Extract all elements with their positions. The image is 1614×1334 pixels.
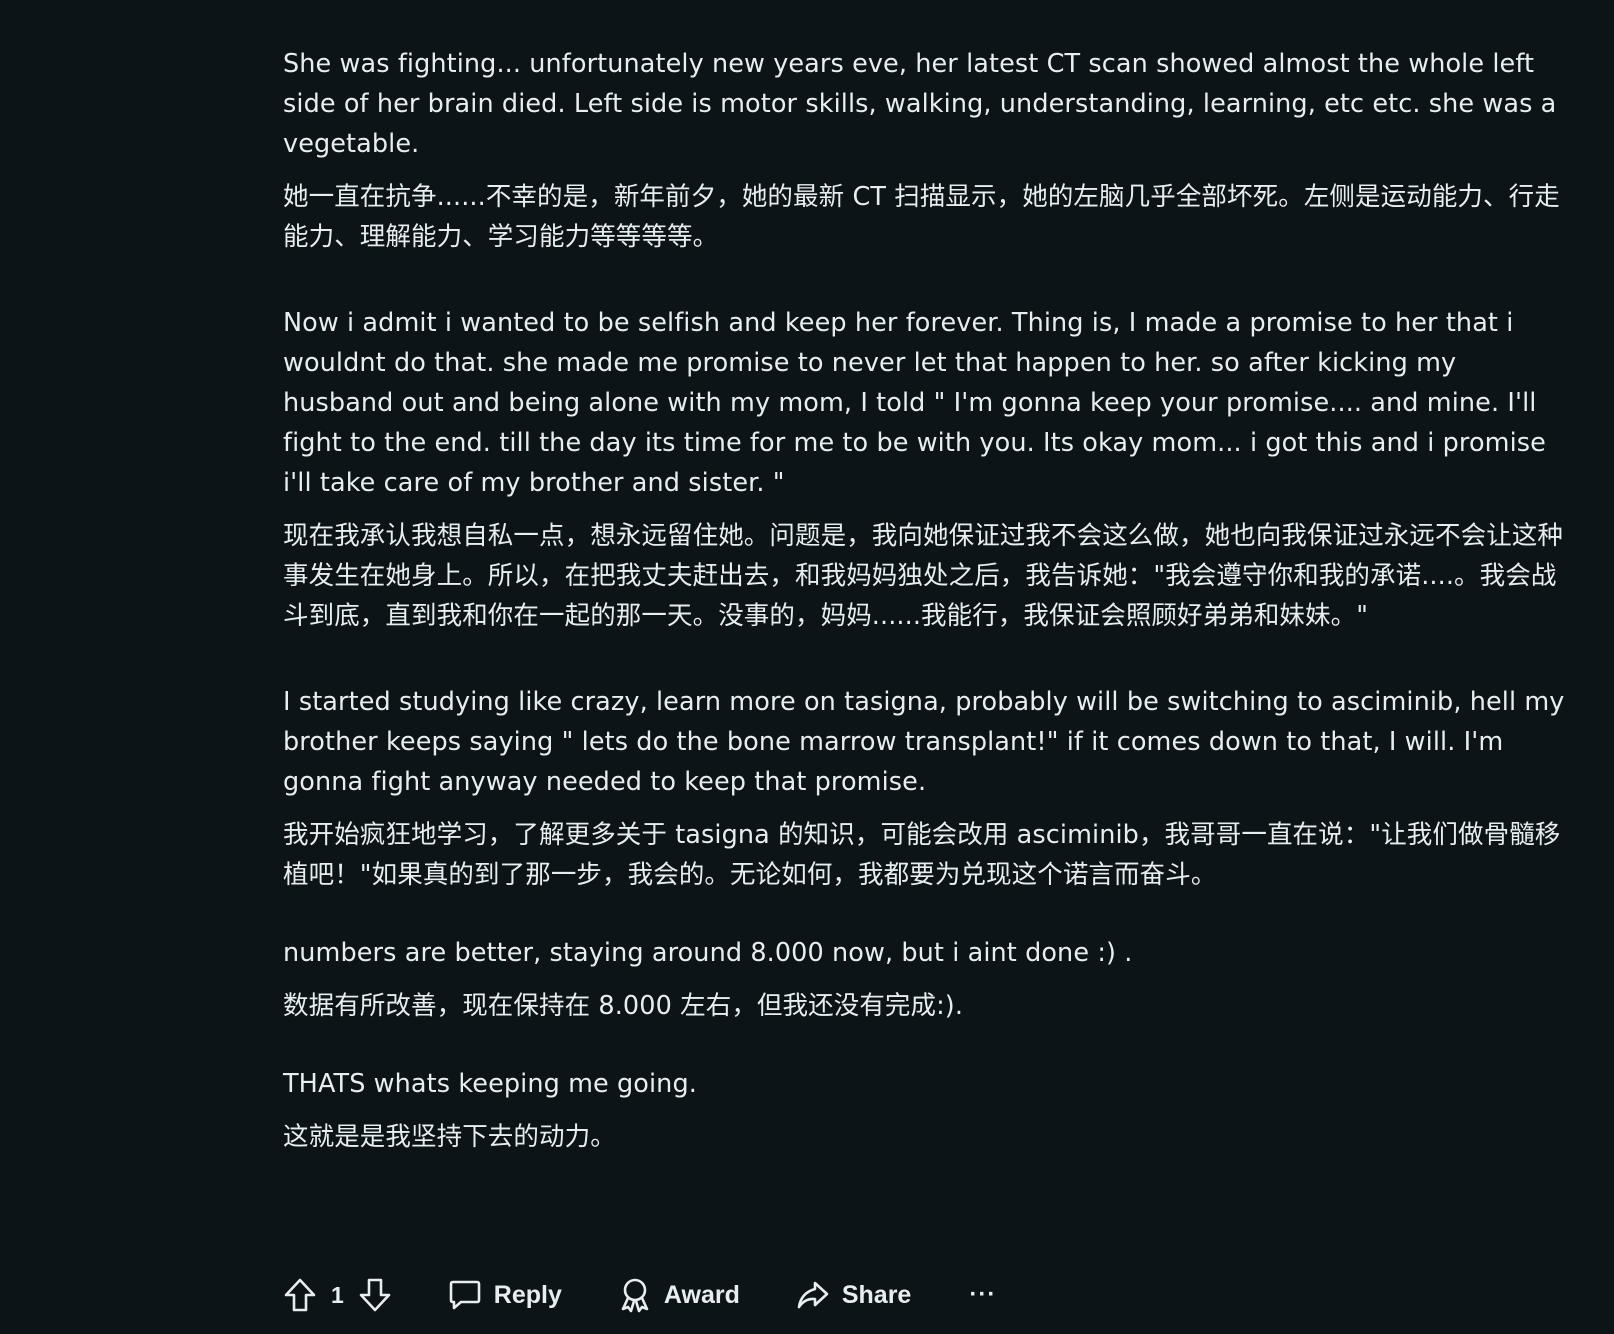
comment-paragraph-en-4: numbers are better, staying around 8.000… bbox=[283, 938, 1133, 968]
upvote-button[interactable] bbox=[283, 1277, 317, 1313]
arrow-up-icon bbox=[284, 1278, 316, 1312]
comment-paragraph-zh-3: 我开始疯狂地学习，了解更多关于 tasigna 的知识，可能会改用 ascimi… bbox=[283, 820, 1561, 890]
reply-label: Reply bbox=[493, 1280, 562, 1309]
comment-paragraph-en-1: She was fighting... unfortunately new ye… bbox=[283, 49, 1557, 159]
comment-action-bar: 1 Reply Award Share ··· bbox=[283, 1270, 996, 1320]
comment-paragraph-zh-2: 现在我承认我想自私一点，想永远留住她。问题是，我向她保证过我不会这么做，她也向我… bbox=[283, 521, 1564, 631]
share-button[interactable]: Share bbox=[796, 1278, 911, 1312]
share-label: Share bbox=[841, 1280, 912, 1309]
share-arrow-icon bbox=[797, 1281, 829, 1309]
comment-paragraph-en-2: Now i admit i wanted to be selfish and k… bbox=[283, 308, 1546, 498]
comment-bubble-icon bbox=[449, 1280, 481, 1310]
award-button[interactable]: Award bbox=[618, 1277, 740, 1313]
comment-paragraph-zh-4: 数据有所改善，现在保持在 8.000 左右，但我还没有完成:). bbox=[283, 991, 964, 1021]
comment-paragraph-zh-5: 这就是是我坚持下去的动力。 bbox=[283, 1122, 616, 1152]
award-ribbon-icon bbox=[621, 1278, 649, 1313]
comment-body: She was fighting... unfortunately new ye… bbox=[283, 44, 1573, 1157]
comment-paragraph-zh-1: 她一直在抗争......不幸的是，新年前夕，她的最新 CT 扫描显示，她的左脑几… bbox=[283, 182, 1560, 252]
comment-paragraph-en-5: THATS whats keeping me going. bbox=[283, 1069, 697, 1099]
reply-button[interactable]: Reply bbox=[448, 1278, 562, 1312]
vote-count: 1 bbox=[331, 1281, 344, 1308]
vote-group: 1 bbox=[283, 1277, 392, 1313]
arrow-down-icon bbox=[359, 1278, 391, 1312]
comment-paragraph-en-3: I started studying like crazy, learn mor… bbox=[283, 687, 1565, 797]
award-label: Award bbox=[663, 1280, 740, 1309]
downvote-button[interactable] bbox=[358, 1277, 392, 1313]
more-options-button[interactable]: ··· bbox=[969, 1281, 996, 1309]
